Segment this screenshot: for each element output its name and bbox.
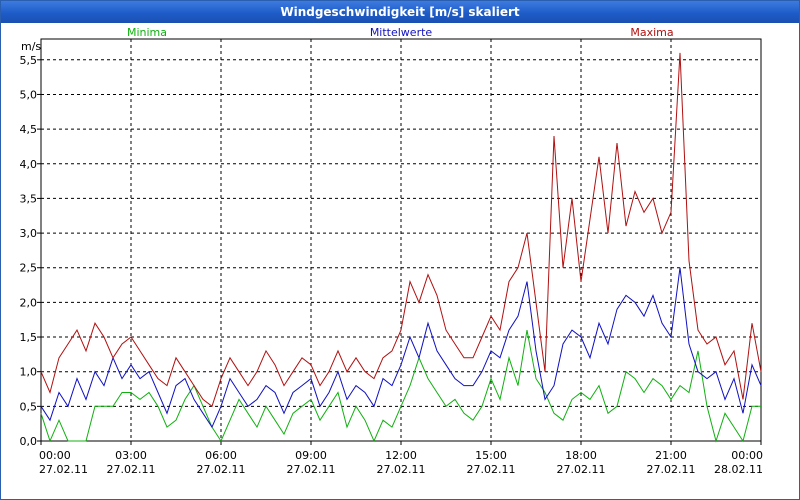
x-tick-label-time: 00:00 [731,449,763,462]
x-tick-label-time: 09:00 [295,449,327,462]
y-tick-label: 0,0 [20,435,38,448]
y-tick-label: 5,5 [20,54,38,67]
legend-entry-maxima: Maxima [630,26,673,39]
y-tick-label: 0,5 [20,400,38,413]
legend-entry-mittelwerte: Mittelwerte [370,26,433,39]
y-tick-label: 4,5 [20,123,38,136]
legend-entry-minima: Minima [127,26,167,39]
x-tick-label-date: 27.02.11 [647,463,696,476]
x-tick-label-date: 27.02.11 [39,463,88,476]
plot-area: 0,0 0,5 1,0 1,5 2,0 2,5 3,0 3,5 4,0 4,5 5,0 5,5 00:0… [1,23,799,499]
x-tick-label-time: 00:00 [39,449,71,462]
x-tick-label-date: 28.02.11 [714,463,763,476]
y-tick-label: 1,0 [20,366,38,379]
y-tick-label: 4,0 [20,158,38,171]
y-tick-label: 3,0 [20,227,38,240]
y-tick-label: 1,5 [20,331,38,344]
y-tick-label: 2,0 [20,296,38,309]
x-tick-label-time: 06:00 [205,449,237,462]
y-tick-label: 2,5 [20,262,38,275]
x-tick-label-time: 12:00 [385,449,417,462]
x-tick-label-date: 27.02.11 [557,463,606,476]
x-tick-label-date: 27.02.11 [197,463,246,476]
y-tick-label: 3,5 [20,192,38,205]
x-tick-label-date: 27.02.11 [377,463,426,476]
chart-window: Windgeschwindigkeit [m/s] skaliert 0,0 0,… [0,0,800,500]
x-tick-label-date: 27.02.11 [467,463,516,476]
x-tick-label-time: 18:00 [565,449,597,462]
y-axis-label: m/s [21,40,41,53]
y-tick-label: 5,0 [20,88,38,101]
x-tick-label-date: 27.02.11 [287,463,336,476]
x-tick-label-date: 27.02.11 [107,463,156,476]
chart-title: Windgeschwindigkeit [m/s] skaliert [1,1,799,23]
x-tick-label-time: 03:00 [115,449,147,462]
x-tick-label-time: 21:00 [655,449,687,462]
x-tick-label-time: 15:00 [475,449,507,462]
wind-speed-chart: 0,0 0,5 1,0 1,5 2,0 2,5 3,0 3,5 4,0 4,5 5,0 5,5 00:0… [20,26,764,476]
